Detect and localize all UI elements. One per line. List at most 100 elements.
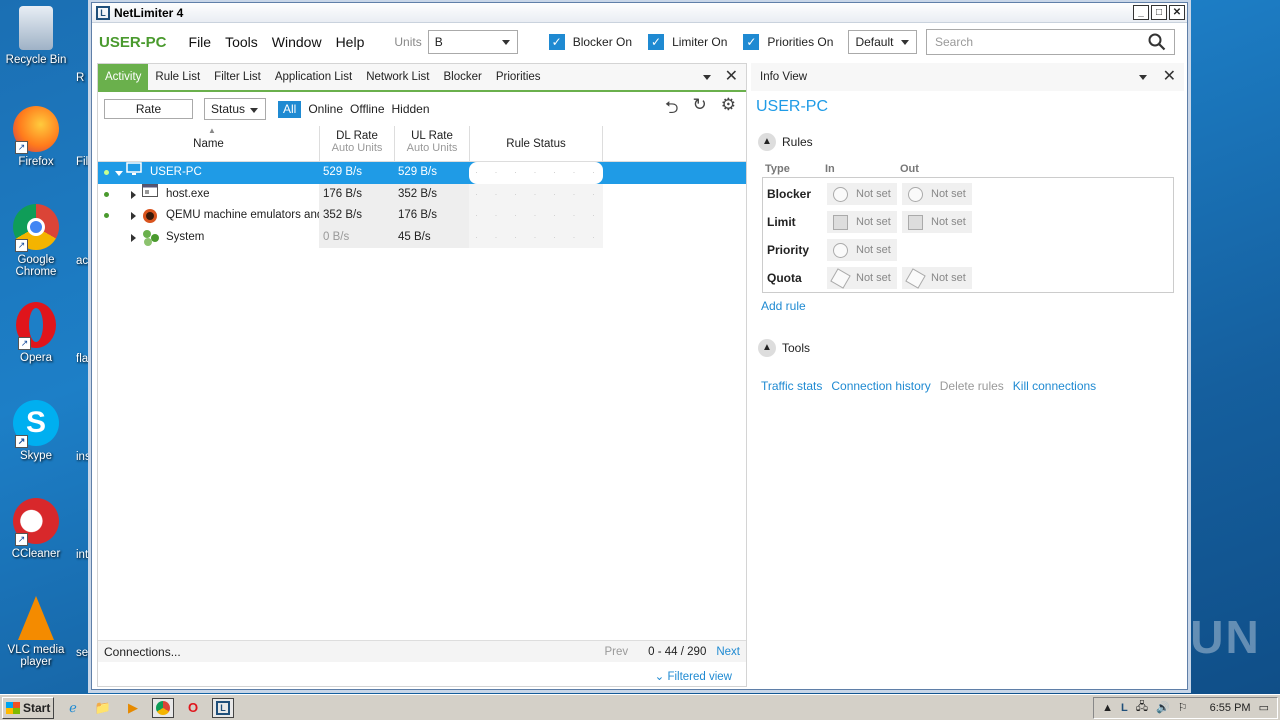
maximize-button[interactable]: □ [1151, 5, 1167, 20]
tab-blocker[interactable]: Blocker [436, 64, 488, 90]
clock[interactable]: 6:55 PM [1210, 702, 1251, 714]
connection-history-link[interactable]: Connection history [831, 379, 930, 393]
traffic-stats-link[interactable]: Traffic stats [761, 379, 822, 393]
info-view-label: Info View [760, 71, 808, 83]
volume-tray-icon[interactable]: 🔊 [1156, 701, 1170, 714]
col-name[interactable]: Name [98, 126, 319, 162]
desktop-icon-firefox[interactable]: ↗ Firefox [0, 106, 72, 168]
rule-in[interactable]: Not set [827, 239, 897, 261]
search-icon[interactable] [1148, 33, 1166, 51]
blocker-on-checkbox[interactable]: ✓ Blocker On [548, 34, 632, 50]
desktop-icon-recycle-bin[interactable]: Recycle Bin [0, 6, 72, 66]
table-row[interactable]: System 0 B/s 45 B/s · · · · · · · [98, 226, 746, 248]
add-rule-link[interactable]: Add rule [761, 299, 1184, 313]
quota-icon [830, 267, 851, 289]
desktop-icon-vlc[interactable]: VLC media player [0, 596, 72, 668]
explorer-taskbar-icon[interactable]: 📁 [92, 698, 114, 718]
rate-button[interactable]: Rate [104, 99, 193, 119]
close-button[interactable]: ✕ [1169, 5, 1185, 20]
minimize-button[interactable]: _ [1133, 5, 1149, 20]
media-player-taskbar-icon[interactable]: ▶ [122, 698, 144, 718]
ie-taskbar-icon[interactable]: ℯ [62, 698, 84, 718]
filtered-view-toggle[interactable]: ⌄ Filtered view [655, 669, 732, 683]
expand-toggle-icon[interactable] [115, 171, 123, 176]
desktop-icon-chrome[interactable]: ↗ Google Chrome [0, 204, 72, 278]
show-desktop-icon[interactable]: ▭ [1259, 701, 1269, 714]
netlimiter-tray-icon[interactable]: L [1121, 702, 1128, 714]
title-bar[interactable]: L NetLimiter 4 _ □ ✕ [92, 3, 1187, 23]
col-ul-rate[interactable]: UL Rate Auto Units [394, 126, 469, 162]
status-select[interactable]: Status [204, 98, 266, 120]
gear-icon[interactable]: ⚙ [721, 95, 736, 124]
filter-hidden[interactable]: Hidden [392, 102, 430, 116]
close-pane-icon[interactable]: ✕ [725, 69, 738, 85]
close-pane-icon[interactable]: ✕ [1163, 69, 1176, 85]
refresh-icon[interactable]: ↻ [693, 95, 707, 124]
table-row[interactable]: host.exe 176 B/s 352 B/s · · · · · · · [98, 183, 746, 206]
prev-button[interactable]: Prev [605, 646, 629, 658]
rule-in[interactable]: Not set [827, 183, 897, 205]
filter-online[interactable]: Online [308, 102, 343, 116]
desktop-icon-opera[interactable]: ↗ Opera [0, 302, 72, 364]
tray-expand-icon[interactable]: ▲ [1102, 702, 1113, 714]
tools-section-header[interactable]: ▲ Tools [751, 339, 1184, 357]
netlimiter-taskbar-icon[interactable]: L [212, 697, 234, 718]
units-select[interactable]: B [427, 30, 518, 54]
rule-out[interactable]: Not set [902, 211, 972, 233]
expand-toggle-icon[interactable] [131, 190, 136, 199]
table-row[interactable]: USER-PC 529 B/s 529 B/s · · · · · · · [98, 162, 746, 184]
search-input[interactable]: Search [926, 29, 1175, 55]
desktop-icon-ccleaner[interactable]: ↗ CCleaner [0, 498, 72, 560]
col-rule-status[interactable]: Rule Status [469, 126, 603, 162]
menu-file[interactable]: File [189, 34, 212, 50]
tab-application-list[interactable]: Application List [268, 64, 359, 90]
delete-rules-link[interactable]: Delete rules [940, 379, 1004, 393]
info-title: USER-PC [756, 98, 829, 115]
rule-out[interactable]: Not set [902, 183, 972, 205]
network-tray-icon[interactable]: 🖧 [1136, 698, 1148, 717]
desktop-icon-skype[interactable]: S ↗ Skype [0, 400, 72, 462]
filter-all[interactable]: All [278, 100, 302, 118]
connections-link[interactable]: Connections... [104, 645, 181, 659]
start-button[interactable]: Start [2, 696, 54, 719]
opera-taskbar-icon[interactable]: O [182, 698, 204, 718]
rule-in[interactable]: Not set [827, 267, 897, 289]
menu-window[interactable]: Window [272, 34, 322, 50]
pane-footer: Connections... Prev 0 - 44 / 290 Next [98, 640, 746, 662]
priorities-on-checkbox[interactable]: ✓ Priorities On [743, 34, 833, 50]
desktop-partial-label: ac [76, 255, 89, 267]
rule-type: Blocker [767, 187, 812, 201]
rule-out[interactable]: Not set [902, 267, 972, 289]
expand-toggle-icon[interactable] [131, 233, 136, 242]
tab-priorities[interactable]: Priorities [489, 64, 548, 90]
collapse-up-icon[interactable]: ▲ [758, 339, 776, 357]
tab-rule-list[interactable]: Rule List [148, 64, 207, 90]
app-window-icon [142, 183, 158, 206]
rules-section-header[interactable]: ▲ Rules [751, 133, 1184, 151]
collapse-up-icon[interactable]: ▲ [758, 133, 776, 151]
desktop-icon-label: Skype [20, 450, 52, 462]
tab-menu-dropdown-icon[interactable] [702, 74, 711, 80]
chrome-taskbar-icon[interactable] [152, 697, 174, 718]
col-dl-rate[interactable]: DL Rate Auto Units [319, 126, 394, 162]
expand-toggle-icon[interactable] [131, 212, 136, 220]
menu-tools[interactable]: Tools [225, 34, 258, 50]
profile-select[interactable]: Default [848, 30, 918, 54]
next-button[interactable]: Next [716, 646, 740, 658]
tab-filter-list[interactable]: Filter List [207, 64, 268, 90]
menu-help[interactable]: Help [336, 34, 365, 50]
filter-offline[interactable]: Offline [350, 102, 384, 116]
desktop-icon-label: Google Chrome [15, 254, 57, 278]
shortcut-arrow-icon: ↗ [15, 533, 28, 546]
kill-connections-link[interactable]: Kill connections [1013, 379, 1096, 393]
info-menu-dropdown-icon[interactable] [1138, 74, 1147, 80]
collapse-icon[interactable]: ⮌ [665, 95, 679, 124]
shortcut-arrow-icon: ↗ [15, 239, 28, 252]
rule-in[interactable]: Not set [827, 211, 897, 233]
table-row[interactable]: QEMU machine emulators and 352 B/s 176 B… [98, 205, 746, 227]
priority-icon [833, 242, 848, 258]
limiter-on-checkbox[interactable]: ✓ Limiter On [648, 34, 727, 50]
flag-tray-icon[interactable]: ⚐ [1178, 701, 1188, 714]
tab-activity[interactable]: Activity [98, 64, 149, 90]
tab-network-list[interactable]: Network List [359, 64, 436, 90]
